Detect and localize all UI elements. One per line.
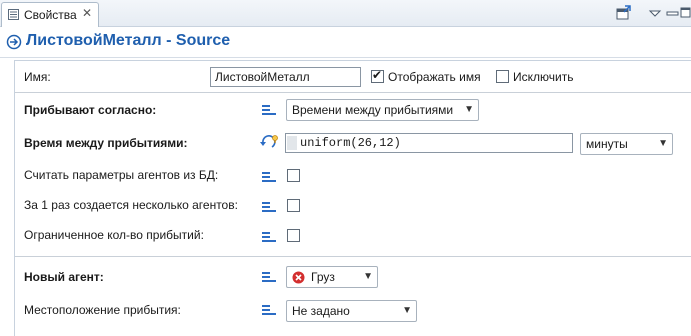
maximize-icon[interactable] bbox=[680, 4, 691, 22]
read-from-db-checkbox[interactable] bbox=[287, 169, 300, 182]
pin-view-icon[interactable] bbox=[614, 4, 632, 22]
arrival-location-label: Местоположение прибытия: bbox=[24, 303, 181, 317]
exclude-checkbox[interactable] bbox=[496, 70, 509, 83]
show-name-label: Отображать имя bbox=[388, 70, 481, 84]
arrivals-according-select[interactable]: Времени между прибытиями ▼ bbox=[286, 99, 479, 121]
multiple-per-arrival-checkbox[interactable] bbox=[287, 199, 300, 212]
limited-arrivals-checkbox[interactable] bbox=[287, 229, 300, 242]
limited-arrivals-label: Ограниченное кол-во прибытий: bbox=[24, 228, 204, 242]
time-unit-value: минуты bbox=[586, 137, 628, 151]
static-param-icon[interactable] bbox=[261, 271, 277, 283]
new-agent-select[interactable]: Груз ▼ bbox=[286, 266, 378, 288]
divider bbox=[15, 256, 691, 257]
new-agent-value: Груз bbox=[311, 270, 335, 284]
static-param-icon[interactable] bbox=[261, 304, 277, 316]
static-param-icon[interactable] bbox=[261, 231, 277, 243]
interarrival-time-label: Время между прибытиями: bbox=[24, 136, 188, 150]
chevron-down-icon: ▼ bbox=[363, 271, 373, 282]
static-param-icon[interactable] bbox=[261, 171, 277, 183]
arrivals-according-value: Времени между прибытиями bbox=[292, 103, 454, 117]
dynamic-param-icon[interactable] bbox=[260, 134, 280, 150]
show-name-checkbox[interactable]: ✔ bbox=[371, 68, 384, 83]
chevron-down-icon: ▼ bbox=[658, 138, 668, 149]
close-tab-icon[interactable]: ✕ bbox=[82, 6, 92, 20]
tab-title: Свойства bbox=[24, 8, 77, 22]
exclude-label: Исключить bbox=[513, 70, 574, 84]
static-param-icon[interactable] bbox=[261, 104, 277, 116]
divider bbox=[15, 92, 691, 93]
chevron-down-icon: ▼ bbox=[464, 104, 474, 115]
checkmark-icon: ✔ bbox=[372, 68, 383, 82]
multiple-per-arrival-label: За 1 раз создается несколько агентов: bbox=[24, 198, 238, 212]
time-unit-select[interactable]: минуты ▼ bbox=[580, 133, 673, 155]
view-tab-bar: Свойства ✕ bbox=[0, 0, 691, 27]
properties-tab[interactable]: Свойства ✕ bbox=[1, 2, 99, 27]
interarrival-time-value: uniform(26,12) bbox=[300, 136, 401, 150]
arrivals-according-label: Прибывают согласно: bbox=[24, 103, 157, 117]
view-menu-icon[interactable] bbox=[646, 4, 664, 22]
block-source-icon bbox=[6, 34, 22, 50]
read-from-db-label: Считать параметры агентов из БД: bbox=[24, 168, 219, 182]
name-label: Имя: bbox=[24, 70, 51, 84]
new-agent-label: Новый агент: bbox=[24, 270, 104, 284]
code-gutter bbox=[287, 136, 297, 150]
arrival-location-value: Не задано bbox=[292, 304, 350, 318]
interarrival-time-field[interactable]: uniform(26,12) bbox=[285, 133, 573, 153]
static-param-icon[interactable] bbox=[261, 201, 277, 213]
name-field[interactable]: ЛистовойМеталл bbox=[210, 67, 361, 87]
arrival-location-select[interactable]: Не задано ▼ bbox=[286, 300, 417, 322]
properties-header: ЛистовойМеталл - Source bbox=[0, 27, 691, 58]
chevron-down-icon: ▼ bbox=[402, 305, 412, 316]
page-title: ЛистовойМеталл - Source bbox=[26, 32, 231, 49]
properties-icon bbox=[8, 9, 19, 20]
error-icon bbox=[292, 271, 305, 284]
